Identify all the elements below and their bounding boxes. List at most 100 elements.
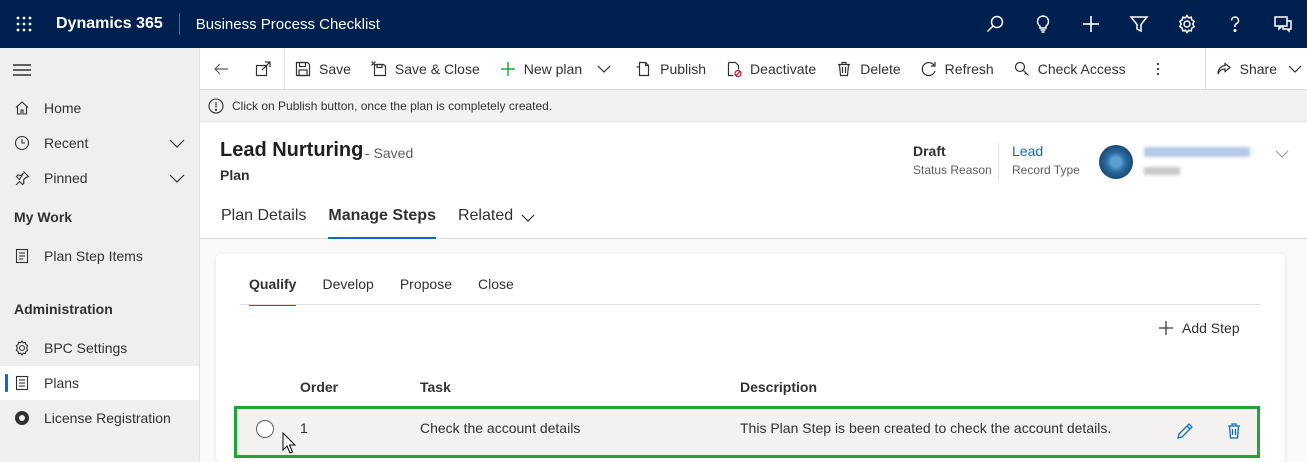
check-access-label: Check Access: [1037, 60, 1126, 77]
record-type-field: Lead Record Type: [1012, 143, 1080, 177]
stage-tab-qualify[interactable]: Qualify: [236, 268, 309, 306]
gear-icon[interactable]: [1163, 0, 1211, 48]
plus-icon[interactable]: [1067, 0, 1115, 48]
clock-icon: [0, 135, 44, 151]
section-heading-my-work: My Work: [14, 209, 73, 225]
share-button[interactable]: Share: [1206, 48, 1307, 90]
section-heading-administration: Administration: [14, 301, 113, 317]
home-icon: [0, 100, 44, 116]
filter-icon[interactable]: [1115, 0, 1163, 48]
check-access-button[interactable]: Check Access: [1004, 48, 1136, 90]
plus-icon: [1159, 321, 1173, 335]
sidebar-item-home[interactable]: Home: [0, 91, 199, 125]
info-icon: [208, 97, 224, 114]
record-type-label: Record Type: [1012, 163, 1080, 177]
add-step-button[interactable]: Add Step: [1158, 320, 1240, 336]
chevron-down-icon[interactable]: [169, 136, 185, 150]
tab-manage-steps[interactable]: Manage Steps: [317, 203, 447, 239]
more-commands-button[interactable]: [1136, 48, 1180, 90]
record-type-link[interactable]: Lead: [1012, 143, 1080, 159]
sidebar-item-label: BPC Settings: [44, 340, 128, 356]
help-icon[interactable]: [1211, 0, 1259, 48]
save-icon: [295, 61, 311, 76]
open-new-window-button[interactable]: [242, 48, 284, 90]
save-label: Save: [319, 60, 351, 77]
delete-label: Delete: [860, 60, 901, 77]
pencil-icon: [1177, 423, 1193, 439]
top-nav-bar: Dynamics 365 Business Process Checklist: [0, 0, 1307, 48]
share-label: Share: [1239, 60, 1277, 77]
stage-tab-develop[interactable]: Develop: [309, 268, 386, 306]
sidebar-item-label: Pinned: [44, 170, 88, 186]
stage-tab-propose[interactable]: Propose: [387, 268, 465, 306]
sidebar-item-label: License Registration: [44, 410, 171, 426]
save-status: - Saved: [365, 145, 414, 161]
deactivate-icon: [727, 61, 742, 77]
search-icon[interactable]: [971, 0, 1019, 48]
back-button[interactable]: [200, 48, 242, 90]
deactivate-label: Deactivate: [750, 60, 817, 77]
column-header-task[interactable]: Task: [420, 379, 451, 395]
row-select-radio[interactable]: [256, 420, 274, 438]
publish-icon: [636, 61, 650, 76]
sidebar-item-pinned[interactable]: Pinned: [0, 161, 199, 195]
delete-button[interactable]: Delete: [826, 48, 910, 90]
brand-name[interactable]: Dynamics 365: [48, 13, 180, 35]
sidebar-item-label: Plans: [44, 375, 80, 391]
chevron-down-icon: [521, 214, 535, 222]
share-icon: [1217, 61, 1231, 74]
chat-icon[interactable]: [1259, 0, 1307, 48]
lightbulb-icon[interactable]: [1019, 0, 1067, 48]
sidebar-item-plan-step-items[interactable]: Plan Step Items: [0, 239, 199, 273]
chevron-down-icon[interactable]: [1287, 61, 1303, 77]
sidebar-item-plans[interactable]: Plans: [0, 366, 199, 400]
command-bar: Save Save & Close New plan Publish Deact…: [200, 47, 1307, 90]
sidebar-item-label: Plan Step Items: [44, 248, 143, 264]
owner-name-blurred[interactable]: [1144, 147, 1250, 157]
sidebar-item-label: Home: [44, 100, 82, 116]
trash-icon: [1228, 423, 1240, 439]
chevron-down-icon[interactable]: [596, 61, 612, 77]
popout-icon: [255, 60, 271, 76]
deactivate-button[interactable]: Deactivate: [716, 48, 826, 90]
tab-plan-details[interactable]: Plan Details: [210, 203, 317, 239]
record-title: Lead Nurturing: [220, 139, 364, 161]
chevron-down-icon[interactable]: [1274, 149, 1290, 159]
new-plan-button[interactable]: New plan: [490, 48, 626, 90]
gear-icon: [0, 340, 44, 356]
stage-tab-close[interactable]: Close: [465, 268, 527, 306]
app-title[interactable]: Business Process Checklist: [180, 16, 380, 33]
table-row[interactable]: 1 Check the account details This Plan St…: [234, 406, 1260, 458]
tab-related[interactable]: Related: [447, 203, 546, 239]
notification-text: Click on Publish button, once the plan i…: [232, 98, 553, 113]
arrow-left-icon: [214, 63, 228, 74]
entity-name: Plan: [220, 167, 250, 183]
record-header: Lead Nurturing - Saved Plan Draft Status…: [200, 123, 1307, 239]
app-launcher-icon[interactable]: [0, 0, 48, 48]
save-close-label: Save & Close: [394, 60, 480, 77]
column-header-description[interactable]: Description: [740, 379, 817, 395]
refresh-button[interactable]: Refresh: [911, 48, 1004, 90]
owner-avatar[interactable]: [1099, 145, 1133, 179]
row-description: This Plan Step is been created to check …: [740, 420, 1112, 436]
sidebar-item-license-registration[interactable]: License Registration: [0, 401, 199, 435]
column-header-order[interactable]: Order: [300, 379, 338, 395]
sidebar-item-recent[interactable]: Recent: [0, 126, 199, 160]
chevron-down-icon[interactable]: [169, 171, 185, 185]
edit-step-button[interactable]: [1176, 422, 1194, 440]
save-button[interactable]: Save: [285, 48, 361, 90]
stage-tabs: Qualify Develop Propose Close: [236, 268, 527, 306]
status-reason-label: Status Reason: [913, 163, 992, 177]
trash-icon: [838, 61, 851, 76]
license-icon: [0, 410, 44, 426]
divider: [240, 304, 1261, 305]
save-close-button[interactable]: Save & Close: [361, 48, 490, 90]
manage-steps-card: Qualify Develop Propose Close Add Step O…: [216, 254, 1285, 462]
add-step-label: Add Step: [1182, 320, 1240, 336]
publish-button[interactable]: Publish: [626, 48, 716, 90]
notification-bar: Click on Publish button, once the plan i…: [200, 90, 1307, 122]
save-close-icon: [370, 60, 387, 76]
hamburger-menu-icon[interactable]: [12, 62, 32, 78]
sidebar-item-bpc-settings[interactable]: BPC Settings: [0, 331, 199, 365]
delete-step-button[interactable]: [1225, 422, 1243, 440]
